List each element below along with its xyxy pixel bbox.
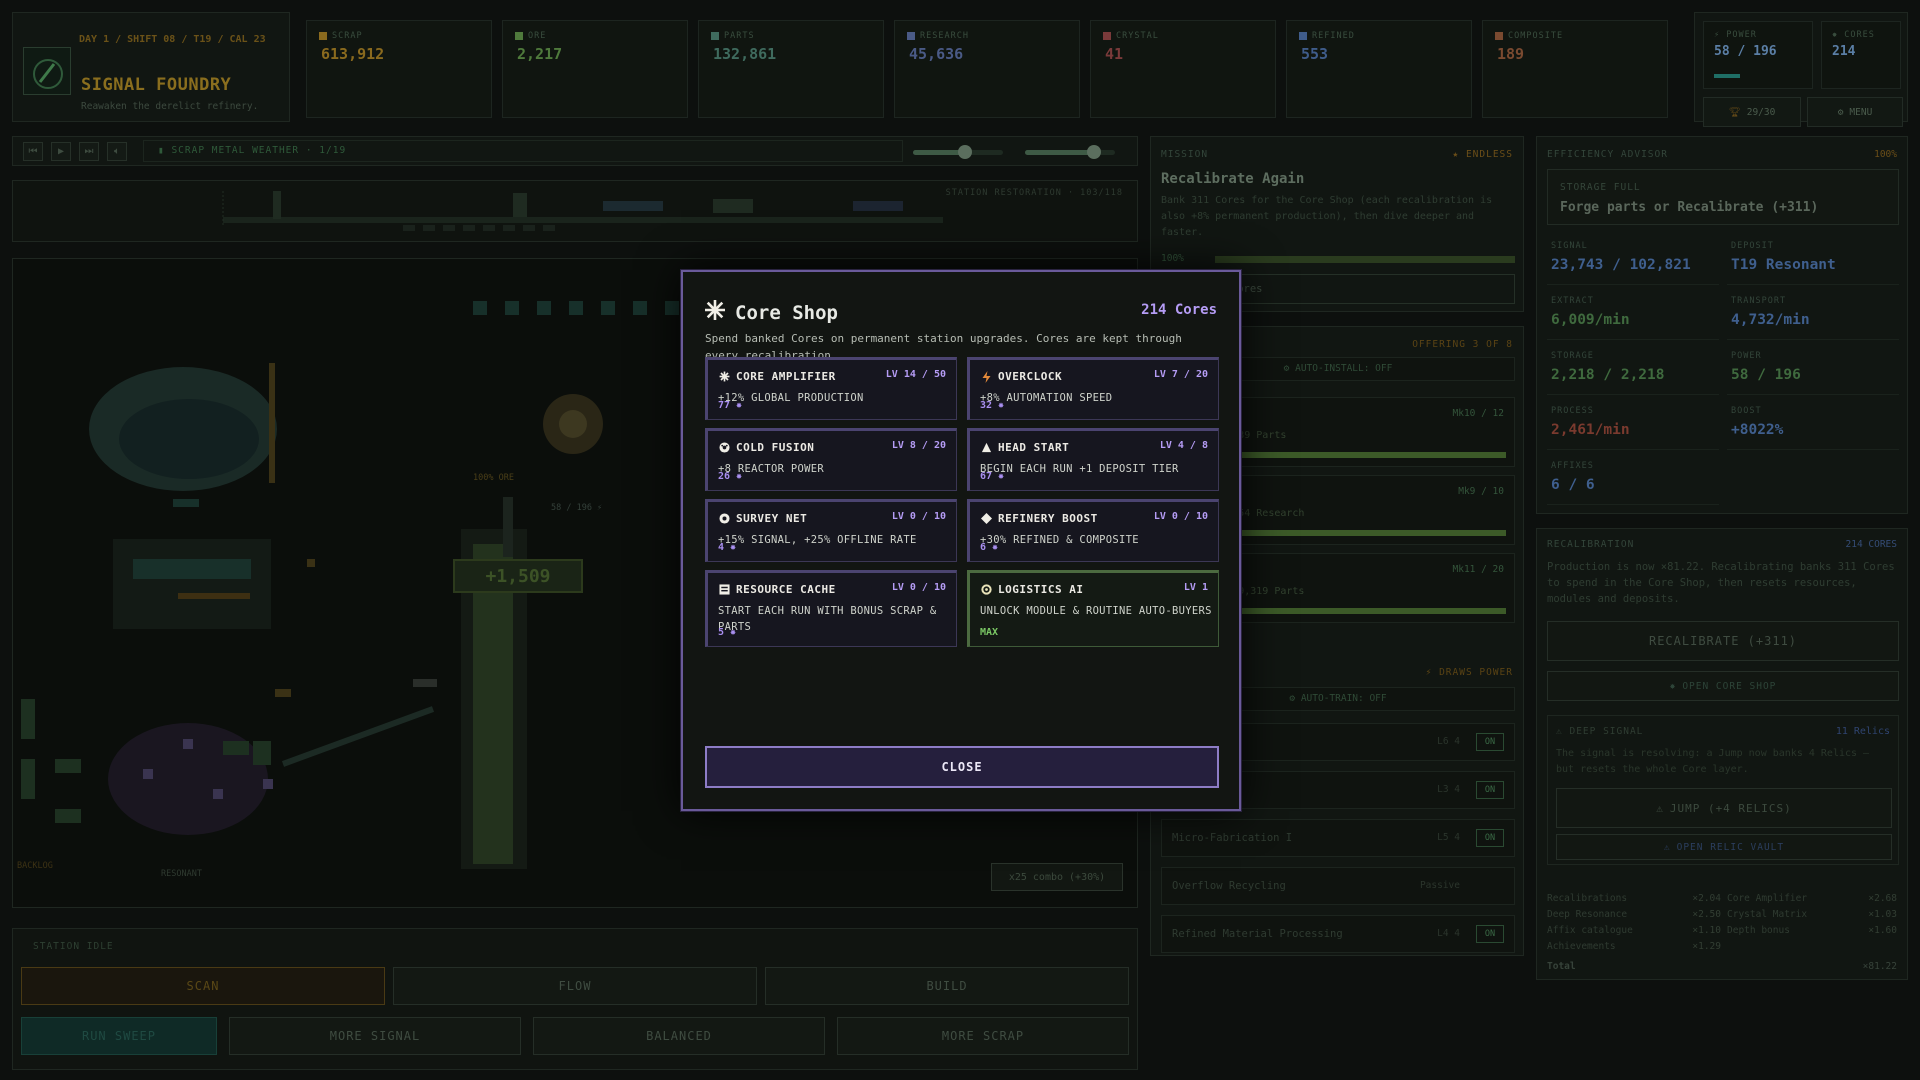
upgrade-cost: 67 ✸: [980, 471, 1005, 482]
upgrade-level: LV 0 / 10: [891, 582, 946, 593]
target-icon: [718, 513, 730, 525]
upgrade-name: COLD FUSION: [718, 441, 814, 454]
upgrade-level: LV 14 / 50: [885, 369, 946, 380]
upgrade-level: LV 4 / 8: [1159, 440, 1208, 451]
upgrade-card-refinery-boost[interactable]: REFINERY BOOST LV 0 / 10 +30% REFINED & CO…: [967, 499, 1219, 562]
upgrade-name: HEAD START: [980, 441, 1069, 454]
upgrade-description: +8 REACTOR POWER: [718, 463, 824, 475]
upgrade-cost: 6 ✸: [980, 542, 999, 553]
upgrade-card-resource-cache[interactable]: RESOURCE CACHE LV 0 / 10 START EACH RUN WI…: [705, 570, 957, 647]
upgrade-description: +12% GLOBAL PRODUCTION: [718, 392, 864, 404]
modal-title: Core Shop: [704, 299, 838, 325]
upgrade-description: START EACH RUN WITH BONUS SCRAP & PARTS: [718, 605, 937, 633]
upgrade-name: RESOURCE CACHE: [718, 583, 836, 596]
upgrade-cost: 26 ✸: [718, 471, 743, 482]
close-button[interactable]: CLOSE: [705, 746, 1219, 788]
upgrade-name: SURVEY NET: [718, 512, 807, 525]
upgrade-card-cold-fusion[interactable]: COLD FUSION LV 8 / 20 +8 REACTOR POWER 26 ✸: [705, 428, 957, 491]
reactor-icon: [718, 442, 730, 454]
upgrade-cost: 4 ✸: [718, 542, 737, 553]
upgrade-card-overclock[interactable]: OVERCLOCK LV 7 / 20 +8% AUTOMATION SPEED 32…: [967, 357, 1219, 420]
gear-icon: [980, 584, 992, 596]
box-icon: [718, 584, 730, 596]
sparkle-icon: [704, 299, 726, 325]
upgrade-description: +15% SIGNAL, +25% OFFLINE RATE: [718, 534, 917, 546]
bolt-icon: [980, 370, 992, 383]
diamond-icon: [980, 513, 992, 525]
modal-cores-balance: 214 Cores: [1141, 302, 1217, 318]
upgrade-name: CORE AMPLIFIER: [718, 370, 836, 383]
upgrade-description: +30% REFINED & COMPOSITE: [980, 534, 1139, 546]
upgrade-level: LV 1: [1183, 582, 1208, 593]
upgrade-card-core-amplifier[interactable]: CORE AMPLIFIER LV 14 / 50 +12% GLOBAL PROD…: [705, 357, 957, 420]
upgrade-description: UNLOCK MODULE & ROUTINE AUTO-BUYERS: [980, 605, 1212, 617]
upgrade-cost: MAX: [980, 627, 999, 638]
upgrade-card-survey-net[interactable]: SURVEY NET LV 0 / 10 +15% SIGNAL, +25% OFF…: [705, 499, 957, 562]
upgrade-level: LV 8 / 20: [891, 440, 946, 451]
upgrade-name: OVERCLOCK: [980, 370, 1062, 383]
upgrade-name: LOGISTICS AI: [980, 583, 1083, 596]
upgrade-level: LV 7 / 20: [1153, 369, 1208, 380]
core-shop-modal: Core Shop 214 Cores Spend banked Cores o…: [681, 270, 1241, 811]
sparkle-icon: [718, 371, 730, 383]
upgrade-card-logistics-ai[interactable]: LOGISTICS AI LV 1 UNLOCK MODULE & ROUTINE …: [967, 570, 1219, 647]
upgrade-cost: 5 ✸: [718, 627, 737, 638]
upgrade-name: REFINERY BOOST: [980, 512, 1098, 525]
upgrade-description: +8% AUTOMATION SPEED: [980, 392, 1113, 404]
upgrade-cost: 77 ✸: [718, 400, 743, 411]
upgrade-cost: 32 ✸: [980, 400, 1005, 411]
upgrade-description: BEGIN EACH RUN +1 DEPOSIT TIER: [980, 463, 1179, 475]
triangle-icon: [980, 442, 992, 454]
upgrade-level: LV 0 / 10: [1153, 511, 1208, 522]
upgrade-card-head-start[interactable]: HEAD START LV 4 / 8 BEGIN EACH RUN +1 DEPO…: [967, 428, 1219, 491]
upgrade-level: LV 0 / 10: [891, 511, 946, 522]
